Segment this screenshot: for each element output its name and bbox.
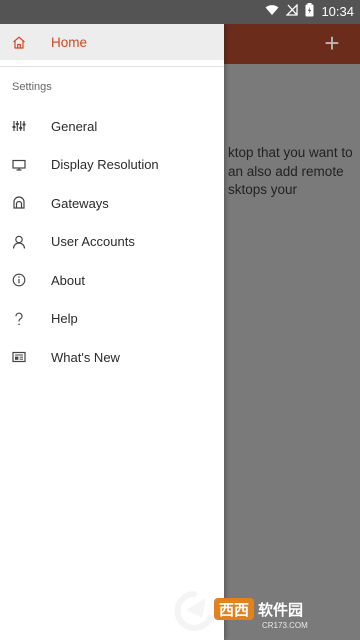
background-instructions: ktop that you want to an also add remote… <box>228 145 353 197</box>
person-icon <box>10 235 28 249</box>
divider <box>0 66 224 67</box>
drawer-item-about[interactable]: About <box>0 261 224 300</box>
drawer-item-general[interactable]: General <box>0 107 224 146</box>
whats-new-label: What's New <box>51 349 120 365</box>
drawer-item-user-accounts[interactable]: User Accounts <box>0 223 224 262</box>
drawer-item-gateways[interactable]: Gateways <box>0 184 224 223</box>
drawer-item-home[interactable]: Home <box>0 24 224 60</box>
drawer-item-help[interactable]: Help <box>0 300 224 339</box>
wifi-icon <box>265 4 279 19</box>
question-icon <box>10 312 28 326</box>
display-resolution-label: Display Resolution <box>51 157 159 173</box>
monitor-icon <box>10 159 28 171</box>
settings-section-title: Settings <box>12 81 52 93</box>
user-accounts-label: User Accounts <box>51 234 135 250</box>
about-label: About <box>51 272 85 288</box>
sliders-icon <box>10 120 28 132</box>
status-bar: 10:34 <box>0 0 360 24</box>
no-signal-icon <box>285 3 299 19</box>
info-icon <box>10 273 28 287</box>
status-time: 10:34 <box>321 4 354 19</box>
battery-icon <box>305 3 314 20</box>
svg-text:CR173.COM: CR173.COM <box>262 621 308 630</box>
home-icon <box>10 36 28 49</box>
drawer-item-display-resolution[interactable]: Display Resolution <box>0 146 224 185</box>
svg-text:软件园: 软件园 <box>258 601 303 619</box>
help-label: Help <box>51 311 78 327</box>
drawer-item-whats-new[interactable]: What's New <box>0 338 224 377</box>
settings-menu: General Display Resolution Gateways User… <box>0 107 224 377</box>
general-label: General <box>51 118 98 134</box>
navigation-drawer: Home Settings General Display Resolution… <box>0 24 224 640</box>
gateway-icon <box>10 196 28 210</box>
home-label: Home <box>51 34 88 50</box>
add-button[interactable]: + <box>316 24 348 64</box>
plus-icon: + <box>324 28 340 58</box>
svg-text:西西: 西西 <box>219 601 249 619</box>
whats-new-icon <box>10 351 28 363</box>
watermark-logo: 西西 软件园 CR173.COM <box>172 588 342 632</box>
gateways-label: Gateways <box>51 195 109 211</box>
